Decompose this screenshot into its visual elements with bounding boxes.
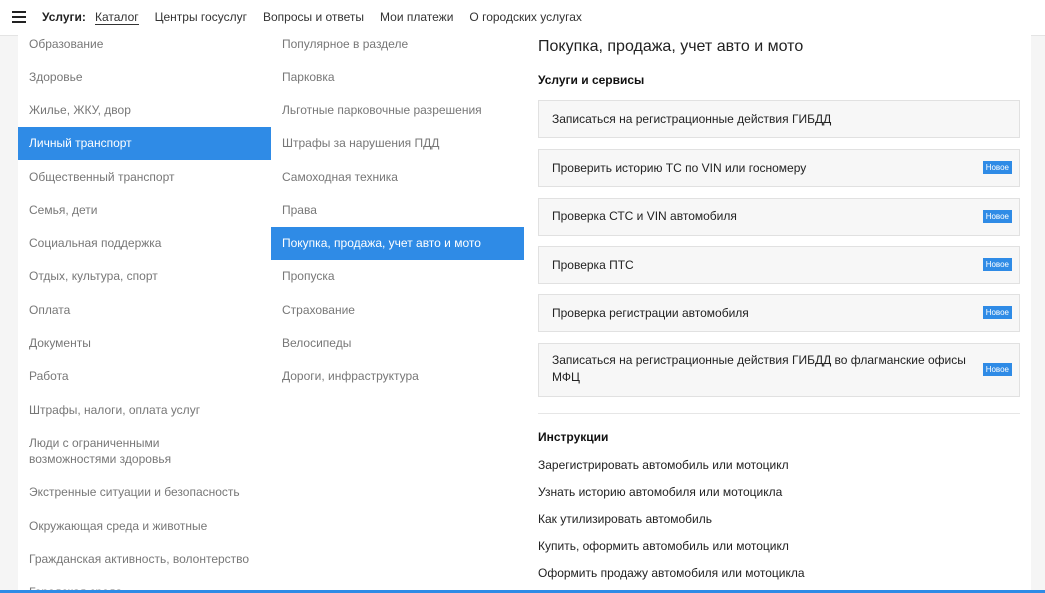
services-label: Услуги: xyxy=(42,10,86,24)
service-card[interactable]: Записаться на регистрационные действия Г… xyxy=(538,100,1020,138)
subcategory-item[interactable]: Льготные парковочные разрешения xyxy=(271,102,524,118)
category-item[interactable]: Общественный транспорт xyxy=(18,169,271,185)
page-title: Покупка, продажа, учет авто и мото xyxy=(538,38,804,55)
category-item[interactable]: Образование xyxy=(18,36,271,52)
category-item[interactable]: Документы xyxy=(18,335,271,351)
category-item[interactable]: Оплата xyxy=(18,302,271,318)
services-heading: Услуги и сервисы xyxy=(538,73,645,87)
section-divider xyxy=(538,413,1020,414)
instruction-link[interactable]: Купить, оформить автомобиль или мотоцикл xyxy=(538,539,789,553)
service-title: Проверка ПТС xyxy=(552,258,634,272)
category-item[interactable]: Работа xyxy=(18,368,271,384)
content-panel: Покупка, продажа, учет авто и мото Услуг… xyxy=(524,28,1031,593)
service-title: Проверить историю ТС по VIN или госномер… xyxy=(552,161,807,175)
category-item[interactable]: Отдых, культура, спорт xyxy=(18,268,271,284)
category-item[interactable]: Здоровье xyxy=(18,69,271,85)
category-list: Образование Здоровье Жилье, ЖКУ, двор Ли… xyxy=(18,28,271,593)
subcategory-item[interactable]: Велосипеды xyxy=(271,335,524,351)
instruction-link[interactable]: Как утилизировать автомобиль xyxy=(538,512,712,526)
service-title: Проверка СТС и VIN автомобиля xyxy=(552,209,737,223)
subcategory-item[interactable]: Популярное в разделе xyxy=(271,36,524,52)
subcategory-item-selected[interactable]: Покупка, продажа, учет авто и мото xyxy=(271,227,524,260)
category-item[interactable]: Семья, дети xyxy=(18,202,271,218)
subcategory-item[interactable]: Штрафы за нарушения ПДД xyxy=(271,135,524,151)
subcategory-item[interactable]: Страхование xyxy=(271,302,524,318)
subcategory-item[interactable]: Пропуска xyxy=(271,268,524,284)
menu-icon[interactable] xyxy=(12,11,26,23)
service-card[interactable]: Проверка СТС и VIN автомобиля Новое xyxy=(538,198,1020,236)
service-title: Записаться на регистрационные действия Г… xyxy=(552,353,966,384)
new-badge: Новое xyxy=(982,363,1012,376)
subcategory-list: Популярное в разделе Парковка Льготные п… xyxy=(271,28,524,593)
category-item[interactable]: Социальная поддержка xyxy=(18,235,271,251)
subcategory-item[interactable]: Права xyxy=(271,202,524,218)
category-item[interactable]: Жилье, ЖКУ, двор xyxy=(18,102,271,118)
service-card[interactable]: Проверка регистрации автомобиля Новое xyxy=(538,294,1020,332)
category-item[interactable]: Экстренные ситуации и безопасность xyxy=(18,484,271,500)
category-item[interactable]: Гражданская активность, волонтерство xyxy=(18,551,271,567)
category-item[interactable]: Штрафы, налоги, оплата услуг xyxy=(18,402,271,418)
instruction-link[interactable]: Узнать историю автомобиля или мотоцикла xyxy=(538,485,782,499)
new-badge: Новое xyxy=(982,161,1012,174)
service-card[interactable]: Проверка ПТС Новое xyxy=(538,246,1020,284)
category-item[interactable]: Люди с ограниченными возможностями здоро… xyxy=(18,435,258,467)
service-title: Проверка регистрации автомобиля xyxy=(552,306,749,320)
new-badge: Новое xyxy=(982,306,1012,319)
service-card[interactable]: Проверить историю ТС по VIN или госномер… xyxy=(538,149,1020,187)
new-badge: Новое xyxy=(982,210,1012,223)
instruction-link[interactable]: Оформить продажу автомобиля или мотоцикл… xyxy=(538,566,805,580)
new-badge: Новое xyxy=(982,258,1012,271)
service-card[interactable]: Записаться на регистрационные действия Г… xyxy=(538,343,1020,397)
subcategory-item[interactable]: Парковка xyxy=(271,69,524,85)
category-item-selected[interactable]: Личный транспорт xyxy=(18,127,271,160)
subcategory-item[interactable]: Самоходная техника xyxy=(271,169,524,185)
instructions-heading: Инструкции xyxy=(538,430,609,444)
service-title: Записаться на регистрационные действия Г… xyxy=(552,112,832,126)
subcategory-item[interactable]: Дороги, инфраструктура xyxy=(271,368,524,384)
category-item[interactable]: Окружающая среда и животные xyxy=(18,518,271,534)
instruction-link[interactable]: Зарегистрировать автомобиль или мотоцикл xyxy=(538,458,789,472)
